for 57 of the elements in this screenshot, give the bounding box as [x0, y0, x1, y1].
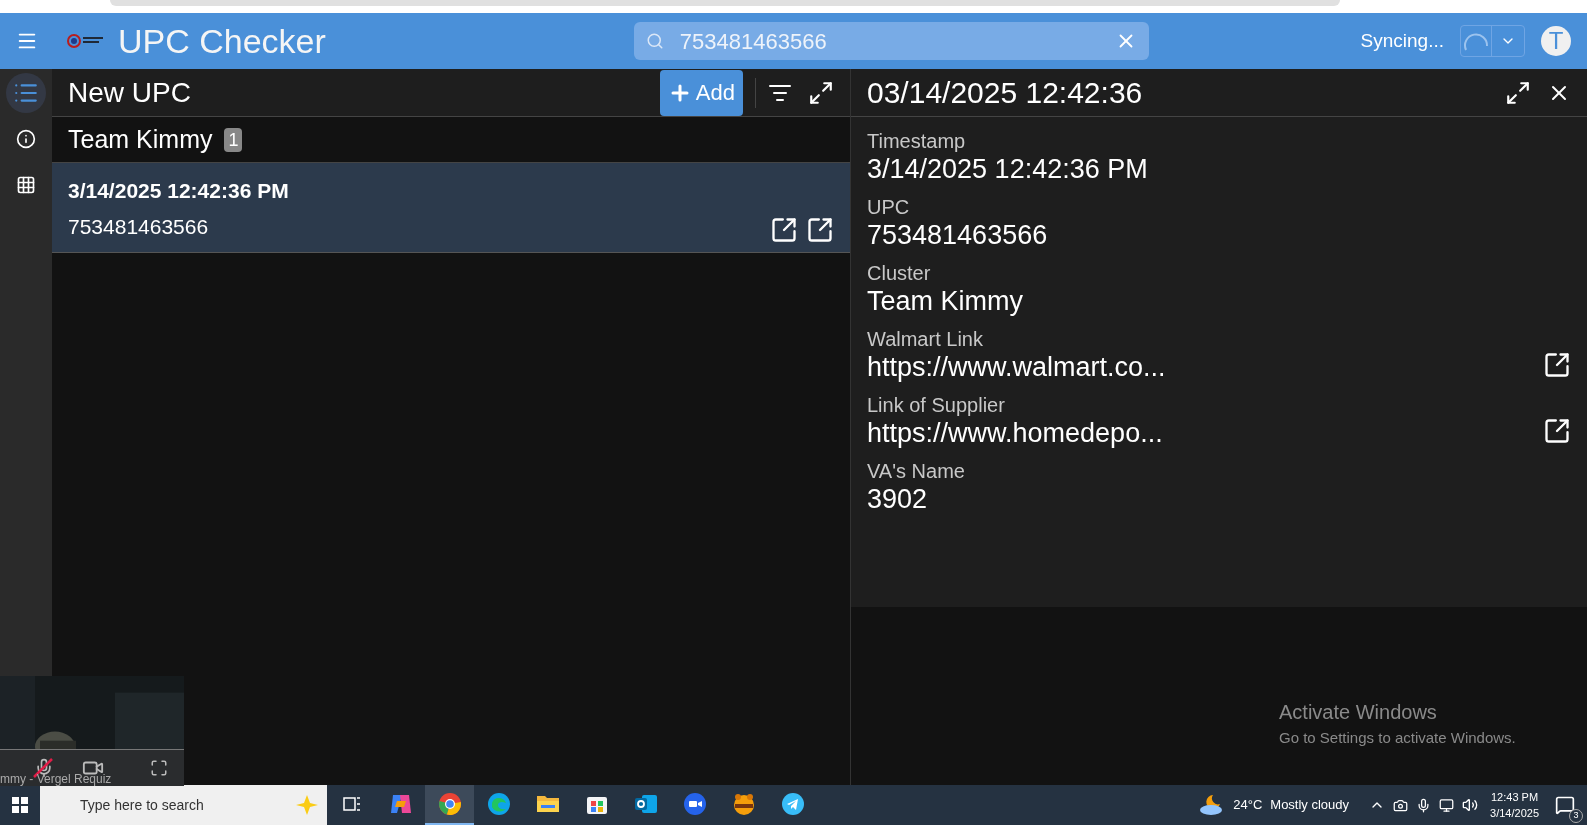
field-value[interactable]: https://www.homedepo...	[867, 417, 1543, 449]
search-query: 753481463566	[679, 27, 828, 56]
folder-icon	[535, 794, 560, 814]
weather-temperature: 24°C	[1233, 796, 1263, 815]
notification-count: 3	[1569, 809, 1583, 823]
external-link-icon[interactable]	[770, 216, 798, 244]
panel-title: New UPC	[68, 75, 191, 110]
field-label: Cluster	[867, 261, 932, 285]
field-label: Walmart Link	[867, 327, 984, 351]
field-value: 753481463566	[867, 219, 1049, 251]
network-icon[interactable]	[1439, 797, 1455, 813]
windows-icon[interactable]	[12, 797, 28, 813]
expand-icon[interactable]	[1505, 79, 1531, 106]
field-value: 3902	[867, 483, 929, 515]
video-call-icon	[682, 792, 707, 816]
field-value: Team Kimmy	[867, 285, 1024, 317]
activation-title: Activate Windows	[1279, 700, 1437, 725]
clock[interactable]: 12:43 PM 3/14/2025	[1490, 789, 1539, 821]
detail-title: 03/14/2025 12:42:36	[867, 75, 1143, 111]
field-value[interactable]: https://www.walmart.co...	[867, 351, 1543, 383]
app-title: UPC Checker	[118, 20, 326, 62]
external-link-icon[interactable]	[806, 216, 834, 244]
edge-icon	[486, 792, 511, 816]
field-label: Link of Supplier	[867, 393, 1006, 417]
volume-icon[interactable]	[1462, 797, 1479, 813]
expand-icon[interactable]	[808, 79, 834, 106]
group-name: Team Kimmy	[68, 123, 213, 155]
count-badge: 1	[224, 127, 243, 152]
taskbar-search-field[interactable]: Type here to search	[40, 785, 327, 825]
notifications-icon[interactable]	[1555, 795, 1575, 815]
field-label: UPC	[867, 195, 911, 219]
mail-icon	[633, 793, 658, 815]
activation-subtitle: Go to Settings to activate Windows.	[1279, 728, 1516, 748]
copilot-icon	[388, 793, 413, 815]
item-upc: 753481463566	[68, 213, 209, 240]
field-value: 3/14/2025 12:42:36 PM	[867, 153, 1149, 185]
camera-icon[interactable]	[1393, 797, 1409, 813]
field-label: VA's Name	[867, 459, 966, 483]
grid-icon	[16, 175, 36, 195]
fullscreen-icon[interactable]	[150, 759, 168, 777]
search-icon	[645, 32, 664, 50]
field-label: Timestamp	[867, 129, 967, 153]
chrome-icon	[437, 792, 462, 816]
external-link-icon[interactable]	[1543, 351, 1571, 379]
sparkle-icon	[295, 794, 319, 816]
telegram-icon	[780, 792, 805, 816]
participant-name: mmy - Vergel Requiz	[0, 773, 112, 786]
item-timestamp: 3/14/2025 12:42:36 PM	[68, 178, 290, 204]
list-item[interactable]: 3/14/2025 12:42:36 PM 753481463566	[52, 163, 850, 253]
sync-status: Syncing...	[1360, 28, 1444, 53]
microphone-icon[interactable]	[1416, 797, 1432, 813]
hamster-icon	[731, 792, 756, 816]
weather-condition: Mostly cloudy	[1270, 796, 1350, 815]
external-link-icon[interactable]	[1543, 417, 1571, 445]
logo-icon	[66, 33, 106, 49]
info-icon	[16, 129, 36, 149]
task-view-icon	[342, 795, 361, 813]
